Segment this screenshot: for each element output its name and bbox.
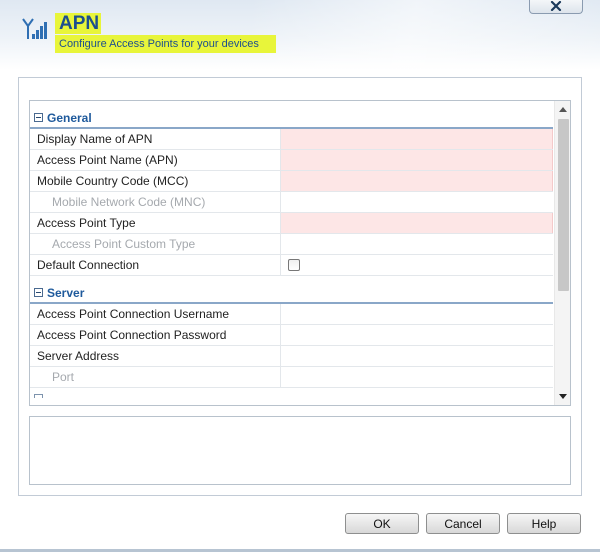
scroll-down-icon bbox=[559, 393, 567, 399]
mcc-field[interactable] bbox=[281, 171, 553, 191]
section-label: Server bbox=[47, 286, 85, 300]
property-row[interactable]: Port bbox=[30, 367, 553, 388]
property-label: Mobile Network Code (MNC) bbox=[30, 192, 281, 212]
property-grid: General Display Name of APN Access Point… bbox=[29, 100, 571, 406]
description-panel bbox=[29, 416, 571, 485]
property-row[interactable]: Server Address bbox=[30, 346, 553, 367]
property-label: Display Name of APN bbox=[30, 129, 281, 149]
partial-section-row bbox=[30, 388, 553, 405]
property-label: Access Point Name (APN) bbox=[30, 150, 281, 170]
scroll-up-button[interactable] bbox=[555, 101, 570, 117]
property-row[interactable]: Access Point Name (APN) bbox=[30, 150, 553, 171]
scrollbar-thumb[interactable] bbox=[558, 119, 569, 291]
signal-antenna-icon bbox=[22, 18, 47, 39]
access-point-type-field[interactable] bbox=[281, 213, 553, 233]
default-connection-checkbox[interactable] bbox=[288, 259, 300, 271]
section-label: General bbox=[47, 111, 92, 125]
property-row[interactable]: Mobile Network Code (MNC) bbox=[30, 192, 553, 213]
port-field[interactable] bbox=[281, 367, 553, 387]
property-label: Mobile Country Code (MCC) bbox=[30, 171, 281, 191]
ok-button[interactable]: OK bbox=[345, 513, 419, 534]
custom-type-field[interactable] bbox=[281, 234, 553, 254]
property-row[interactable]: Access Point Type bbox=[30, 213, 553, 234]
scroll-down-button[interactable] bbox=[555, 388, 570, 404]
vertical-scrollbar[interactable] bbox=[554, 101, 570, 405]
property-row[interactable]: Access Point Connection Username bbox=[30, 304, 553, 325]
default-connection-cell bbox=[281, 255, 553, 275]
section-server[interactable]: Server bbox=[30, 276, 553, 304]
username-field[interactable] bbox=[281, 304, 553, 324]
property-label: Server Address bbox=[30, 346, 281, 366]
property-row[interactable]: Mobile Country Code (MCC) bbox=[30, 171, 553, 192]
section-general[interactable]: General bbox=[30, 101, 553, 129]
property-label: Access Point Connection Username bbox=[30, 304, 281, 324]
property-label: Default Connection bbox=[30, 255, 281, 275]
property-label: Access Point Connection Password bbox=[30, 325, 281, 345]
password-field[interactable] bbox=[281, 325, 553, 345]
collapse-icon[interactable] bbox=[34, 288, 43, 297]
property-label: Access Point Type bbox=[30, 213, 281, 233]
property-rows: General Display Name of APN Access Point… bbox=[30, 101, 553, 405]
close-icon bbox=[550, 0, 562, 11]
property-row[interactable]: Default Connection bbox=[30, 255, 553, 276]
collapse-icon[interactable] bbox=[34, 113, 43, 122]
property-row[interactable]: Access Point Custom Type bbox=[30, 234, 553, 255]
server-address-field[interactable] bbox=[281, 346, 553, 366]
apn-field[interactable] bbox=[281, 150, 553, 170]
collapse-icon[interactable] bbox=[34, 394, 43, 398]
display-name-field[interactable] bbox=[281, 129, 553, 149]
page-title: APN bbox=[59, 13, 100, 34]
property-label: Port bbox=[30, 367, 281, 387]
property-row[interactable]: Display Name of APN bbox=[30, 129, 553, 150]
scroll-up-icon bbox=[559, 106, 567, 112]
property-row[interactable]: Access Point Connection Password bbox=[30, 325, 553, 346]
help-button[interactable]: Help bbox=[507, 513, 581, 534]
cancel-button[interactable]: Cancel bbox=[426, 513, 500, 534]
page-subtitle: Configure Access Points for your devices bbox=[59, 38, 259, 50]
close-button[interactable] bbox=[529, 0, 583, 14]
property-label: Access Point Custom Type bbox=[30, 234, 281, 254]
mnc-field[interactable] bbox=[281, 192, 553, 212]
